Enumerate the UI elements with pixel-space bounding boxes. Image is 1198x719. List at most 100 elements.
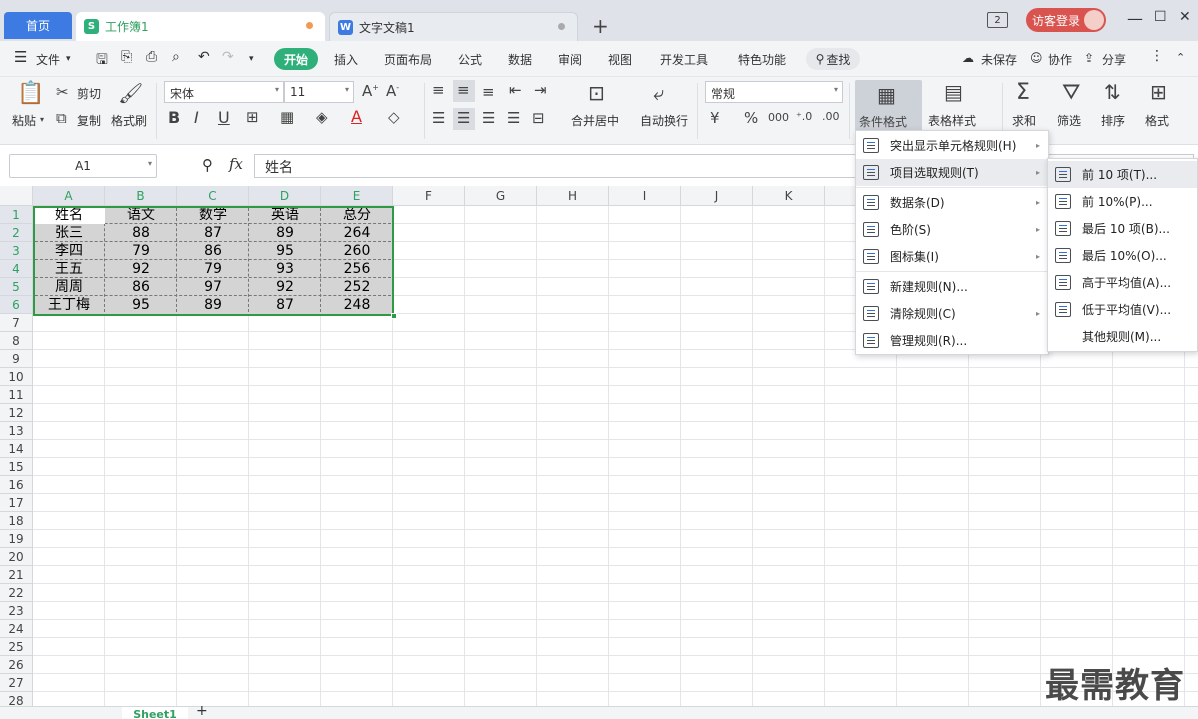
sort-button[interactable]: 排序 [1101,112,1125,129]
name-box[interactable]: A1 ▾ [9,154,157,178]
menu-review[interactable]: 审阅 [558,51,582,68]
bold-icon[interactable]: B [168,110,180,126]
submenu-item-4[interactable]: 高于平均值(A)... [1048,269,1197,296]
merge-center-icon[interactable]: ⊡ [588,83,605,103]
row-header-15[interactable]: 15 [0,458,33,476]
row-header-8[interactable]: 8 [0,332,33,350]
row-header-21[interactable]: 21 [0,566,33,584]
cond-menu-item-7[interactable]: 管理规则(R)... [856,327,1048,354]
row-header-17[interactable]: 17 [0,494,33,512]
row-header-2[interactable]: 2 [0,224,33,242]
fill-color-icon[interactable]: ◈ [316,110,328,125]
align-right-icon[interactable]: ☰ [482,111,495,126]
column-header-e[interactable]: E [321,186,393,206]
column-header-j[interactable]: J [681,186,753,206]
row-header-5[interactable]: 5 [0,278,33,296]
row-header-9[interactable]: 9 [0,350,33,368]
submenu-item-5[interactable]: 低于平均值(V)... [1048,296,1197,323]
row-header-20[interactable]: 20 [0,548,33,566]
copy-button[interactable]: 复制 [77,112,101,129]
row-header-3[interactable]: 3 [0,242,33,260]
chevron-down-icon[interactable]: ▾ [66,54,71,64]
submenu-item-2[interactable]: 最后 10 项(B)... [1048,215,1197,242]
menu-formula[interactable]: 公式 [458,51,482,68]
maximize-button[interactable]: ☐ [1154,9,1167,25]
align-left-icon[interactable]: ☰ [432,111,445,126]
search-button[interactable]: ⚲ 查找 [806,48,860,70]
submenu-item-3[interactable]: 最后 10%(O)... [1048,242,1197,269]
align-middle-icon[interactable]: ≡ [453,80,475,102]
wrap-text-icon[interactable]: ⤶ [653,83,664,103]
row-header-7[interactable]: 7 [0,314,33,332]
underline-icon[interactable]: U [218,110,230,126]
menu-special[interactable]: 特色功能 [738,51,786,68]
paste-button[interactable]: 粘贴 [12,112,36,129]
new-tab-button[interactable]: + [592,14,609,38]
thousands-icon[interactable]: 000 [768,112,789,123]
row-header-16[interactable]: 16 [0,476,33,494]
table-style-button[interactable]: 表格样式 [928,112,976,129]
merge-center-button[interactable]: 合并居中 [571,112,619,129]
fx-icon[interactable]: fx [229,155,243,173]
row-header-22[interactable]: 22 [0,584,33,602]
column-header-f[interactable]: F [393,186,465,206]
row-header-28[interactable]: 28 [0,692,33,706]
format-button[interactable]: 格式 [1145,112,1169,129]
scissors-icon[interactable]: ✂ [56,85,69,100]
decrease-indent-icon[interactable]: ⇤ [509,83,522,98]
cond-menu-item-1[interactable]: 项目选取规则(T) ▸ [856,159,1048,186]
row-header-18[interactable]: 18 [0,512,33,530]
column-header-g[interactable]: G [465,186,537,206]
sort-icon[interactable]: ⇅ [1104,82,1121,102]
font-name-select[interactable]: 宋体 ▾ [164,81,284,103]
close-button[interactable]: ✕ [1179,9,1191,25]
cond-menu-item-4[interactable]: 图标集(I) ▸ [856,243,1048,270]
select-all-corner[interactable] [0,186,33,206]
zoom-formula-icon[interactable]: ⚲ [202,156,213,174]
submenu-item-1[interactable]: 前 10%(P)... [1048,188,1197,215]
border-icon[interactable]: ⊞ [246,110,259,125]
row-header-12[interactable]: 12 [0,404,33,422]
guest-login-button[interactable]: 访客登录 [1026,8,1106,32]
row-header-6[interactable]: 6 [0,296,33,314]
currency-icon[interactable]: ¥ [710,111,720,126]
print-preview-icon[interactable]: ⌕ [172,49,180,65]
clear-icon[interactable]: ◇ [388,110,400,125]
hamburger-icon[interactable]: ☰ [14,48,27,66]
minimize-button[interactable]: — [1127,9,1143,28]
font-size-select[interactable]: 11 ▾ [284,81,354,103]
font-color-icon[interactable]: A [351,109,362,125]
row-header-11[interactable]: 11 [0,386,33,404]
save-icon[interactable]: 🖫 [96,49,108,73]
cell-fill-pattern-icon[interactable]: ▦ [280,110,294,125]
cond-menu-item-5[interactable]: 新建规则(N)... [856,273,1048,300]
quick-access-more-icon[interactable]: ▾ [249,54,254,64]
fill-handle[interactable] [391,313,397,319]
format-painter-icon[interactable]: 🖌 [118,83,143,103]
distributed-icon[interactable]: ⊟ [532,111,545,126]
sheet-tab-sheet1[interactable]: Sheet1 [122,707,188,719]
justify-icon[interactable]: ☰ [507,111,520,126]
cond-menu-item-0[interactable]: 突出显示单元格规则(H) ▸ [856,132,1048,159]
row-header-4[interactable]: 4 [0,260,33,278]
format-icon[interactable]: ⊞ [1150,82,1167,102]
unsaved-status[interactable]: 未保存 [981,51,1017,68]
row-header-13[interactable]: 13 [0,422,33,440]
more-icon[interactable]: ⋮ [1150,48,1164,64]
window-count-badge[interactable]: 2 [987,12,1008,28]
column-header-b[interactable]: B [105,186,177,206]
share-button[interactable]: 分享 [1102,51,1126,68]
submenu-item-6[interactable]: 其他规则(M)... [1048,323,1197,350]
align-center-icon[interactable]: ☰ [453,108,475,130]
collaborate-button[interactable]: 协作 [1048,51,1072,68]
column-header-k[interactable]: K [753,186,825,206]
increase-indent-icon[interactable]: ⇥ [534,83,547,98]
row-header-10[interactable]: 10 [0,368,33,386]
cond-menu-item-3[interactable]: 色阶(S) ▸ [856,216,1048,243]
tab-home[interactable]: 首页 [4,12,72,39]
sum-button[interactable]: 求和 [1012,112,1036,129]
menu-file[interactable]: 文件 [36,51,60,68]
increase-decimal-icon[interactable]: ⁺.0 [796,111,812,122]
menu-insert[interactable]: 插入 [334,51,358,68]
decrease-font-icon[interactable]: A- [386,84,399,99]
